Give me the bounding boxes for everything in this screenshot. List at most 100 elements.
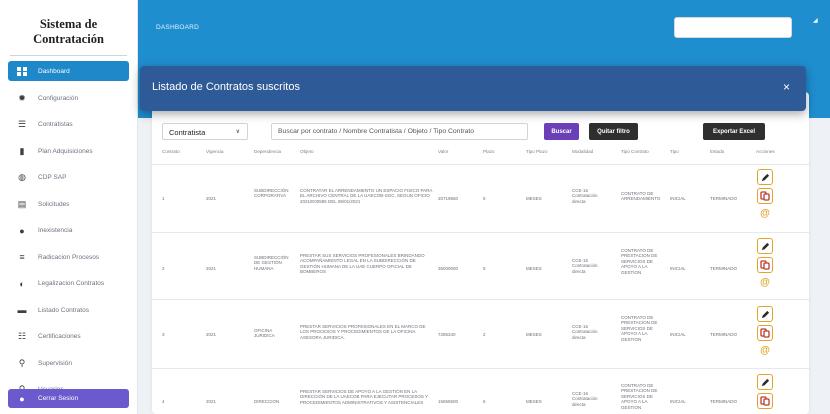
cell-valor: 20719560 xyxy=(438,196,459,201)
cell-objeto: CONTRATAR EL ARRENDAMIENTO UN ESPACIO FI… xyxy=(300,188,433,204)
book-icon: ▮ xyxy=(19,145,25,156)
cell-tipo-contrato: CONTRATO DE PRESTACION DE SERVICIOS DE A… xyxy=(621,315,658,342)
cell-tipo-plazo: MESES xyxy=(526,332,542,337)
col-vigencia[interactable]: Vigencia xyxy=(206,149,224,154)
list-icon: ☰ xyxy=(17,119,27,130)
export-excel-button[interactable]: Exportar Excel xyxy=(703,123,765,140)
col-acciones: Acciones xyxy=(756,149,775,154)
row-actions: @ xyxy=(757,238,773,288)
col-modalidad[interactable]: Modalidad xyxy=(572,149,593,154)
table-row: 1 2021 SUBDIRECCIÓN CORPORATIVA CONTRATA… xyxy=(152,164,809,232)
sidebar-item-configuracion[interactable]: ✹ Configuración xyxy=(0,85,137,112)
cell-objeto: PRESTAR SUS SERVICIOS PROFESIONALES BRIN… xyxy=(300,253,425,275)
page-title: Listado de Contratos suscritos xyxy=(152,81,300,93)
sidebar-item-label: Certificaciones xyxy=(38,333,81,341)
brand-line-2: Contratación xyxy=(33,32,104,46)
cell-dependencia: SUBDIRECCIÓN CORPORATIVA xyxy=(254,188,289,199)
sidebar-item-dashboard[interactable]: Dashboard xyxy=(8,61,129,81)
buscar-button[interactable]: Buscar xyxy=(544,123,579,140)
edit-button[interactable] xyxy=(757,374,773,390)
sidebar-item-label: Radicacion Procesos xyxy=(38,253,100,261)
copy-icon xyxy=(760,328,770,338)
sidebar-item-label: Configuración xyxy=(38,94,79,102)
header-search-input[interactable] xyxy=(674,17,792,38)
pencil-icon xyxy=(761,310,769,318)
sidebar-item-inexistencia[interactable]: ● Inexistencia xyxy=(0,218,137,245)
cell-tipo: INICIAL xyxy=(670,332,686,337)
sidebar-item-certificaciones[interactable]: ☷ Certificaciones xyxy=(0,324,137,351)
col-valor[interactable]: Valor xyxy=(438,149,448,154)
cell-vigencia: 2021 xyxy=(206,399,217,404)
col-tipo-contrato[interactable]: Tipo Contrato xyxy=(621,149,649,154)
col-contrato[interactable]: Contrato xyxy=(162,149,180,154)
copy-button[interactable] xyxy=(757,257,773,273)
col-objeto[interactable]: Objeto xyxy=(300,149,314,154)
cell-plazo: 5 xyxy=(483,266,486,271)
cell-estado: TERMINADO xyxy=(710,399,737,404)
edit-button[interactable] xyxy=(757,306,773,322)
sidebar-item-label: CDP SAP xyxy=(38,174,67,182)
cell-tipo: INICIAL xyxy=(670,196,686,201)
sidebar-item-radicacion[interactable]: ≡ Radicacion Procesos xyxy=(0,244,137,271)
edit-button[interactable] xyxy=(757,238,773,254)
copy-button[interactable] xyxy=(757,393,773,409)
user-circle-icon: ● xyxy=(19,393,25,404)
sidebar-nav: Dashboard ✹ Configuración ☰ Contratistas… xyxy=(0,61,137,403)
cell-contrato: 2 xyxy=(162,266,165,271)
at-sign-icon[interactable]: @ xyxy=(757,344,773,356)
cell-tipo-contrato: CONTRATO DE PRESTACION DE SERVICIOS DE A… xyxy=(621,248,658,275)
sidebar: Sistema de Contratación Dashboard ✹ Conf… xyxy=(0,0,138,414)
sidebar-item-contratistas[interactable]: ☰ Contratistas xyxy=(0,112,137,139)
filter-select-value: Contratista xyxy=(169,128,206,137)
logout-label: Cerrar Sesion xyxy=(38,395,79,402)
cell-plazo: 2 xyxy=(483,332,486,337)
at-sign-icon[interactable]: @ xyxy=(757,276,773,288)
pencil-icon xyxy=(761,242,769,250)
sidebar-item-cdp-sap[interactable]: ◍ CDP SAP xyxy=(0,165,137,192)
sidebar-item-plan-adquisiciones[interactable]: ▮ Plan Adquisiciones xyxy=(0,138,137,165)
sidebar-item-label: Contratistas xyxy=(38,121,73,129)
cell-dependencia: DIRECCION xyxy=(254,399,280,404)
col-tipo[interactable]: Tipo xyxy=(670,149,679,154)
filter-select[interactable]: Contratista ∨ xyxy=(162,123,248,140)
search-input[interactable]: Buscar por contrato / Nombre Contratista… xyxy=(271,123,528,140)
cell-estado: TERMINADO xyxy=(710,332,737,337)
brand-line-1: Sistema de xyxy=(39,17,98,31)
cell-estado: TERMINADO xyxy=(710,266,737,271)
col-plazo[interactable]: Plazo xyxy=(483,149,495,154)
sidebar-item-label: Supervisión xyxy=(38,359,72,367)
table-row: 3 2021 OFICINA JURIDICA PRESTAR SERVICIO… xyxy=(152,299,809,368)
copy-button[interactable] xyxy=(757,325,773,341)
user-menu-caret-icon[interactable]: ◢ xyxy=(813,17,818,24)
col-tipo-plazo[interactable]: Tipo Plazo xyxy=(526,149,548,154)
chevron-down-icon: ∨ xyxy=(235,129,240,135)
at-sign-icon[interactable]: @ xyxy=(757,207,773,219)
sidebar-item-solicitudes[interactable]: ▤ Solicitudes xyxy=(0,191,137,218)
sidebar-item-listado-contratos[interactable]: ▬ Listado Contratos xyxy=(0,297,137,324)
cell-plazo: 6 xyxy=(483,399,486,404)
breadcrumb: DASHBOARD xyxy=(156,24,199,31)
sidebar-item-label: Plan Adquisiciones xyxy=(38,147,93,155)
user-icon: ● xyxy=(19,225,25,236)
copy-button[interactable] xyxy=(757,188,773,204)
col-dependencia[interactable]: Dependencia xyxy=(254,149,281,154)
row-actions: @ xyxy=(757,306,773,356)
cell-contrato: 1 xyxy=(162,196,165,201)
table-row: 4 2021 DIRECCION PRESTAR SERVICIOS DE AP… xyxy=(152,368,809,414)
close-icon[interactable]: × xyxy=(783,80,790,94)
cell-objeto: PRESTAR SERVICIOS PROFESIONALES EN EL MA… xyxy=(300,324,426,340)
row-actions xyxy=(757,374,773,412)
table-header: Contrato Vigencia Dependencia Objeto Val… xyxy=(162,147,802,157)
logout-button[interactable]: ● Cerrar Sesion xyxy=(8,389,129,408)
sidebar-item-legalizacion[interactable]: ◐ Legalizacion Contratos xyxy=(0,271,137,298)
col-estado[interactable]: Estado xyxy=(710,149,724,154)
pencil-icon xyxy=(761,173,769,181)
edit-button[interactable] xyxy=(757,169,773,185)
cell-plazo: 5 xyxy=(483,196,486,201)
sidebar-item-supervision[interactable]: ⚲ Supervisión xyxy=(0,350,137,377)
table-row: 2 2021 SUBDIRECCIÓN DE GESTIÓN HUMANA PR… xyxy=(152,232,809,299)
quitar-filtro-button[interactable]: Quitar filtro xyxy=(589,123,638,140)
gear-icon: ✹ xyxy=(18,92,26,103)
copy-icon xyxy=(760,260,770,270)
cell-valor: 7285340 xyxy=(438,332,456,337)
